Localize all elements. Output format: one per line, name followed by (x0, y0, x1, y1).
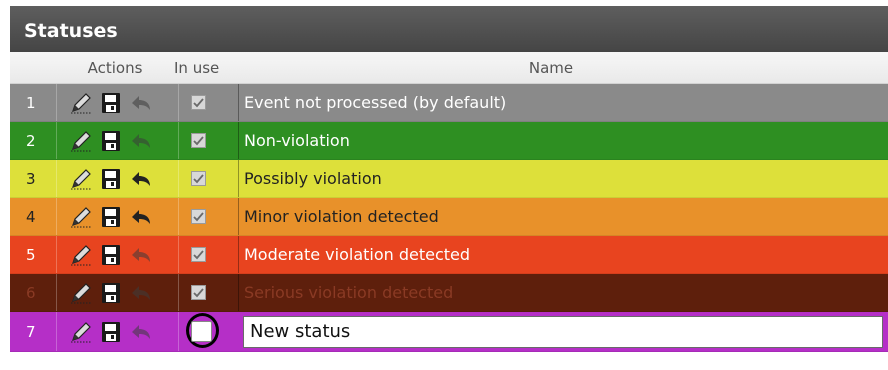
undo-arrow-icon[interactable] (129, 91, 153, 115)
undo-arrow-icon[interactable] (129, 243, 153, 267)
in-use-checkbox[interactable] (191, 95, 206, 110)
in-use-checkbox[interactable] (191, 209, 206, 224)
row-actions (56, 274, 178, 311)
floppy-disk-icon[interactable] (99, 243, 123, 267)
panel-title: Statuses (10, 6, 888, 52)
header-in-use: In use (174, 58, 220, 77)
statuses-panel: Statuses Actions In use Name 1 Event not … (10, 6, 888, 370)
status-name: Moderate violation detected (238, 236, 888, 273)
floppy-disk-icon[interactable] (99, 320, 123, 344)
table-header: Actions In use Name (10, 52, 888, 84)
table-row: 4 Minor violation detected (10, 198, 888, 236)
status-name: Serious violation detected (238, 274, 888, 311)
in-use-checkbox[interactable] (191, 321, 212, 342)
in-use-cell (178, 122, 238, 159)
row-number: 6 (26, 283, 36, 302)
row-actions (56, 122, 178, 159)
floppy-disk-icon[interactable] (99, 129, 123, 153)
row-actions (56, 236, 178, 273)
table-row: 2 Non-violation (10, 122, 888, 160)
status-rows: 1 Event not processed (by default) 2 Non-vi… (10, 84, 888, 312)
row-number: 2 (26, 131, 36, 150)
pencil-icon[interactable] (69, 281, 93, 305)
row-number: 3 (26, 169, 36, 188)
undo-arrow-icon[interactable] (129, 281, 153, 305)
name-cell (238, 312, 888, 351)
in-use-cell (178, 274, 238, 311)
in-use-cell (178, 312, 238, 351)
status-name: Event not processed (by default) (238, 84, 888, 121)
floppy-disk-icon[interactable] (99, 281, 123, 305)
header-actions: Actions (87, 58, 143, 77)
pencil-icon[interactable] (69, 243, 93, 267)
pencil-icon[interactable] (69, 91, 93, 115)
status-name: Non-violation (238, 122, 888, 159)
in-use-cell (178, 84, 238, 121)
undo-arrow-icon[interactable] (129, 129, 153, 153)
row-actions (56, 160, 178, 197)
status-name: Minor violation detected (238, 198, 888, 235)
row-actions (56, 84, 178, 121)
pencil-icon[interactable] (69, 320, 93, 344)
row-actions (56, 312, 178, 351)
undo-arrow-icon[interactable] (129, 320, 153, 344)
table-row: 6 Serious violation detected (10, 274, 888, 312)
row-actions (56, 198, 178, 235)
in-use-cell (178, 160, 238, 197)
in-use-checkbox[interactable] (191, 133, 206, 148)
row-number: 5 (26, 245, 36, 264)
pencil-icon[interactable] (69, 167, 93, 191)
pencil-icon[interactable] (69, 205, 93, 229)
header-name: Name (528, 58, 574, 77)
new-status-row: 7 (10, 312, 888, 352)
undo-arrow-icon[interactable] (129, 167, 153, 191)
floppy-disk-icon[interactable] (99, 205, 123, 229)
table-row: 3 Possibly violation (10, 160, 888, 198)
pencil-icon[interactable] (69, 129, 93, 153)
row-number: 1 (26, 93, 36, 112)
row-number: 4 (26, 207, 36, 226)
undo-arrow-icon[interactable] (129, 205, 153, 229)
table-row: 5 Moderate violation detected (10, 236, 888, 274)
in-use-checkbox[interactable] (191, 247, 206, 262)
table-row: 1 Event not processed (by default) (10, 84, 888, 122)
in-use-checkbox[interactable] (191, 171, 206, 186)
floppy-disk-icon[interactable] (99, 91, 123, 115)
in-use-checkbox[interactable] (191, 285, 206, 300)
in-use-cell (178, 198, 238, 235)
row-number: 7 (26, 322, 36, 341)
in-use-cell (178, 236, 238, 273)
status-name-input[interactable] (243, 315, 883, 348)
status-name: Possibly violation (238, 160, 888, 197)
floppy-disk-icon[interactable] (99, 167, 123, 191)
